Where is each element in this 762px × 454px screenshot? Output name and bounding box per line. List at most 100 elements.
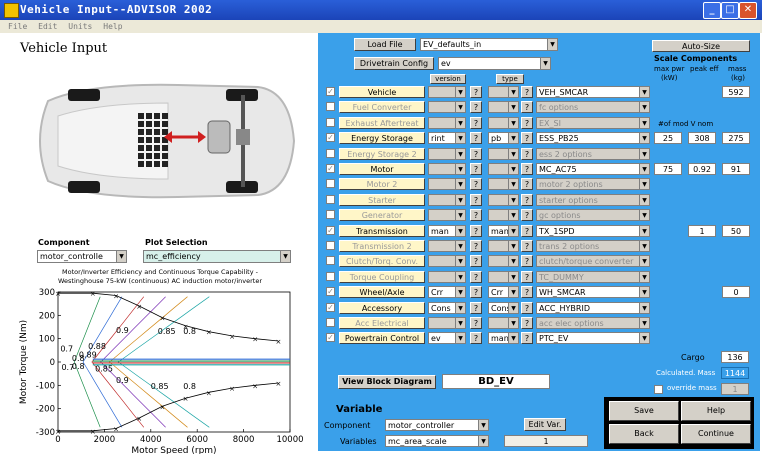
version-select[interactable]: ▼ bbox=[428, 194, 466, 206]
component-help-button[interactable]: ? bbox=[470, 178, 482, 190]
component-help-button[interactable]: ? bbox=[470, 302, 482, 314]
close-button[interactable]: ✕ bbox=[739, 2, 757, 19]
type-select[interactable]: ▼ bbox=[488, 86, 519, 98]
component-help-button[interactable]: ? bbox=[521, 178, 533, 190]
component-help-button[interactable]: ? bbox=[521, 209, 533, 221]
component-name-button[interactable]: Motor bbox=[339, 163, 425, 175]
component-help-button[interactable]: ? bbox=[521, 255, 533, 267]
view-block-diagram-button[interactable]: View Block Diagram bbox=[338, 375, 436, 389]
component-help-button[interactable]: ? bbox=[521, 317, 533, 329]
component-enable-checkbox[interactable]: ✓ bbox=[326, 226, 335, 235]
component-help-button[interactable]: ? bbox=[470, 240, 482, 252]
scale-value-field[interactable]: 91 bbox=[722, 163, 750, 175]
component-help-button[interactable]: ? bbox=[470, 148, 482, 160]
component-help-button[interactable]: ? bbox=[521, 101, 533, 113]
component-help-button[interactable]: ? bbox=[521, 271, 533, 283]
component-name-button[interactable]: Torque Coupling bbox=[339, 271, 425, 283]
type-select[interactable]: man ▼ bbox=[488, 332, 519, 344]
component-name-button[interactable]: Powertrain Control bbox=[339, 332, 425, 344]
component-file-select[interactable]: VEH_SMCAR ▼ bbox=[536, 86, 650, 98]
component-help-button[interactable]: ? bbox=[470, 209, 482, 221]
override-mass-field[interactable]: 1 bbox=[721, 383, 749, 395]
save-button[interactable]: Save bbox=[609, 401, 679, 421]
type-select[interactable]: ▼ bbox=[488, 271, 519, 283]
component-help-button[interactable]: ? bbox=[470, 194, 482, 206]
component-name-button[interactable]: Energy Storage 2 bbox=[339, 148, 425, 160]
version-select[interactable]: ▼ bbox=[428, 255, 466, 267]
component-help-button[interactable]: ? bbox=[521, 225, 533, 237]
component-enable-checkbox[interactable]: ✓ bbox=[326, 287, 335, 296]
variables-select[interactable]: mc_area_scale ▼ bbox=[385, 435, 489, 447]
component-help-button[interactable]: ? bbox=[521, 86, 533, 98]
version-select[interactable]: ▼ bbox=[428, 117, 466, 129]
version-select[interactable]: ev ▼ bbox=[428, 332, 466, 344]
version-select[interactable]: ▼ bbox=[428, 240, 466, 252]
component-file-select[interactable]: fc options ▼ bbox=[536, 101, 650, 113]
plot-selection-select[interactable]: mc_efficiency ▼ bbox=[143, 250, 291, 263]
component-file-select[interactable]: motor 2 options ▼ bbox=[536, 178, 650, 190]
component-help-button[interactable]: ? bbox=[470, 132, 482, 144]
component-file-select[interactable]: ess 2 options ▼ bbox=[536, 148, 650, 160]
version-select[interactable]: rint ▼ bbox=[428, 132, 466, 144]
scale-value-field[interactable]: 50 bbox=[722, 225, 750, 237]
type-select[interactable]: ▼ bbox=[488, 317, 519, 329]
type-select[interactable]: ▼ bbox=[488, 240, 519, 252]
version-select[interactable]: ▼ bbox=[428, 163, 466, 175]
component-enable-checkbox[interactable] bbox=[326, 118, 335, 127]
component-help-button[interactable]: ? bbox=[470, 163, 482, 175]
type-select[interactable]: ▼ bbox=[488, 101, 519, 113]
component-file-select[interactable]: MC_AC75 ▼ bbox=[536, 163, 650, 175]
scale-value-field[interactable]: 275 bbox=[722, 132, 750, 144]
cargo-field[interactable]: 136 bbox=[721, 351, 749, 363]
component-name-button[interactable]: Vehicle bbox=[339, 86, 425, 98]
component-help-button[interactable]: ? bbox=[521, 286, 533, 298]
auto-size-button[interactable]: Auto-Size bbox=[652, 40, 750, 52]
component-file-select[interactable]: TC_DUMMY ▼ bbox=[536, 271, 650, 283]
component-file-select[interactable]: WH_SMCAR ▼ bbox=[536, 286, 650, 298]
component-name-button[interactable]: Fuel Converter bbox=[339, 101, 425, 113]
component-help-button[interactable]: ? bbox=[470, 101, 482, 113]
component-help-button[interactable]: ? bbox=[470, 271, 482, 283]
component-name-button[interactable]: Acc Electrical bbox=[339, 317, 425, 329]
component-name-button[interactable]: Exhaust Aftertreat bbox=[339, 117, 425, 129]
continue-button[interactable]: Continue bbox=[681, 424, 751, 444]
component-name-button[interactable]: Energy Storage bbox=[339, 132, 425, 144]
type-select[interactable]: ▼ bbox=[488, 178, 519, 190]
component-file-select[interactable]: acc elec options ▼ bbox=[536, 317, 650, 329]
component-help-button[interactable]: ? bbox=[470, 86, 482, 98]
component-name-button[interactable]: Transmission bbox=[339, 225, 425, 237]
version-select[interactable]: Crr ▼ bbox=[428, 286, 466, 298]
type-select[interactable]: pb ▼ bbox=[488, 132, 519, 144]
file-select[interactable]: EV_defaults_in ▼ bbox=[420, 38, 558, 51]
component-help-button[interactable]: ? bbox=[470, 117, 482, 129]
component-name-button[interactable]: Starter bbox=[339, 194, 425, 206]
version-select[interactable]: ▼ bbox=[428, 86, 466, 98]
type-select[interactable]: ▼ bbox=[488, 163, 519, 175]
component-help-button[interactable]: ? bbox=[521, 240, 533, 252]
component-name-button[interactable]: Clutch/Torq. Conv. bbox=[339, 255, 425, 267]
version-select[interactable]: ▼ bbox=[428, 271, 466, 283]
type-select[interactable]: ▼ bbox=[488, 209, 519, 221]
component-enable-checkbox[interactable]: ✓ bbox=[326, 333, 335, 342]
scale-value-field[interactable]: 1 bbox=[688, 225, 716, 237]
maximize-button[interactable]: □ bbox=[721, 2, 739, 19]
component-file-select[interactable]: TX_1SPD ▼ bbox=[536, 225, 650, 237]
type-select[interactable]: man ▼ bbox=[488, 225, 519, 237]
scale-value-field[interactable]: 25 bbox=[654, 132, 682, 144]
component-enable-checkbox[interactable]: ✓ bbox=[326, 87, 335, 96]
component-help-button[interactable]: ? bbox=[521, 163, 533, 175]
component-help-button[interactable]: ? bbox=[521, 332, 533, 344]
component-file-select[interactable]: clutch/torque converter ▼ bbox=[536, 255, 650, 267]
version-select[interactable]: ▼ bbox=[428, 148, 466, 160]
variable-component-select[interactable]: motor_controller ▼ bbox=[385, 419, 489, 431]
component-enable-checkbox[interactable] bbox=[326, 241, 335, 250]
component-name-button[interactable]: Motor 2 bbox=[339, 178, 425, 190]
component-name-button[interactable]: Transmission 2 bbox=[339, 240, 425, 252]
scale-value-field[interactable]: 308 bbox=[688, 132, 716, 144]
component-help-button[interactable]: ? bbox=[521, 194, 533, 206]
help-button[interactable]: Help bbox=[681, 401, 751, 421]
component-help-button[interactable]: ? bbox=[521, 117, 533, 129]
type-select[interactable]: ▼ bbox=[488, 148, 519, 160]
component-file-select[interactable]: PTC_EV ▼ bbox=[536, 332, 650, 344]
component-file-select[interactable]: ACC_HYBRID ▼ bbox=[536, 302, 650, 314]
